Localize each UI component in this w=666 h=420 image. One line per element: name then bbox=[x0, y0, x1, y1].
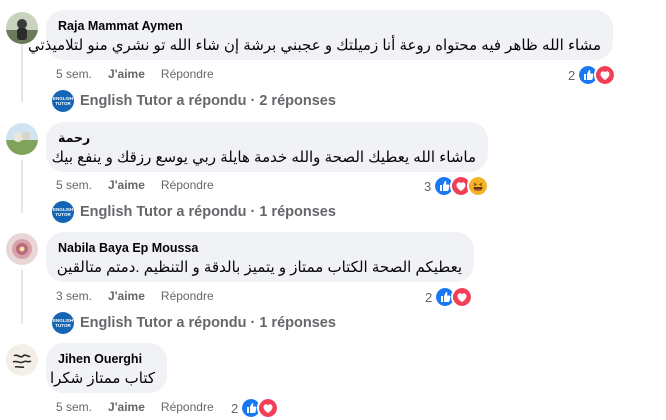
reply-action: a répondu bbox=[176, 204, 247, 220]
reaction-summary[interactable]: 2 bbox=[568, 64, 617, 86]
comment-time[interactable]: 5 sem. bbox=[56, 177, 92, 193]
reaction-count: 2 bbox=[231, 400, 239, 416]
reply-button[interactable]: Répondre bbox=[161, 66, 214, 82]
love-reaction-icon bbox=[257, 397, 280, 419]
comment-actions: 5 sem. J'aime Répondre bbox=[56, 66, 230, 82]
comment-time[interactable]: 5 sem. bbox=[56, 399, 92, 415]
comment-actions: 5 sem. J'aime Répondre bbox=[56, 399, 230, 415]
thread-line bbox=[21, 160, 23, 213]
view-replies-link[interactable]: ENGLISH TUTOR English Tutor a répondu · 1 r… bbox=[52, 201, 336, 223]
reaction-summary[interactable]: 2 bbox=[231, 397, 280, 419]
reaction-summary[interactable]: 2 bbox=[425, 286, 474, 308]
page-avatar: ENGLISH TUTOR bbox=[52, 90, 74, 112]
comment-text: كتاب ممتاز شكرا bbox=[49, 370, 155, 387]
comment-time[interactable]: 5 sem. bbox=[56, 66, 92, 82]
comment-bubble: Jihen Ouerghi كتاب ممتاز شكرا bbox=[46, 343, 167, 393]
love-reaction-icon bbox=[451, 286, 474, 308]
like-button[interactable]: J'aime bbox=[108, 399, 145, 415]
reply-action: a répondu bbox=[176, 93, 247, 109]
avatar[interactable] bbox=[6, 123, 38, 155]
reaction-count: 2 bbox=[568, 67, 576, 83]
comment-time[interactable]: 3 sem. bbox=[56, 288, 92, 304]
reply-button[interactable]: Répondre bbox=[161, 288, 214, 304]
reply-button[interactable]: Répondre bbox=[161, 177, 214, 193]
replier-name: English Tutor bbox=[80, 93, 173, 109]
page-avatar: ENGLISH TUTOR bbox=[52, 312, 74, 334]
reply-button[interactable]: Répondre bbox=[161, 399, 214, 415]
replies-count: 1 réponses bbox=[259, 204, 336, 220]
comment-author[interactable]: رحمة bbox=[58, 130, 476, 146]
page-avatar: ENGLISH TUTOR bbox=[52, 201, 74, 223]
comment-bubble: Nabila Baya Ep Moussa يعطيكم الصحة الكتا… bbox=[46, 232, 474, 282]
separator: · bbox=[250, 204, 256, 220]
comment-bubble: رحمة ماشاء الله يعطيك الصحة والله خدمة ه… bbox=[46, 122, 488, 172]
view-replies-link[interactable]: ENGLISH TUTOR English Tutor a répondu · 2 r… bbox=[52, 90, 336, 112]
reaction-summary[interactable]: 3 bbox=[424, 175, 490, 197]
thread-line bbox=[21, 270, 23, 324]
replies-count: 1 réponses bbox=[259, 315, 336, 331]
separator: · bbox=[250, 315, 256, 331]
separator: · bbox=[250, 93, 256, 109]
comment-text: مشاء الله ظاهر فيه محتواه روعة أنا زميلت… bbox=[28, 37, 601, 54]
comment-author[interactable]: Nabila Baya Ep Moussa bbox=[58, 240, 462, 256]
reaction-count: 3 bbox=[424, 178, 432, 194]
replier-name: English Tutor bbox=[80, 315, 173, 331]
replies-count: 2 réponses bbox=[259, 93, 336, 109]
replier-name: English Tutor bbox=[80, 204, 173, 220]
avatar[interactable] bbox=[6, 233, 38, 265]
comment-text: ماشاء الله يعطيك الصحة والله خدمة هايلة … bbox=[51, 149, 476, 166]
avatar[interactable] bbox=[6, 344, 38, 376]
comment-text: يعطيكم الصحة الكتاب ممتاز و يتميز بالدقة… bbox=[56, 259, 462, 276]
comment-bubble: Raja Mammat Aymen مشاء الله ظاهر فيه محت… bbox=[28, 10, 613, 60]
like-button[interactable]: J'aime bbox=[108, 177, 145, 193]
comment-author[interactable]: Raja Mammat Aymen bbox=[58, 18, 601, 34]
haha-reaction-icon bbox=[467, 175, 490, 197]
comment-author[interactable]: Jihen Ouerghi bbox=[58, 351, 155, 367]
thread-line bbox=[21, 40, 23, 102]
reply-action: a répondu bbox=[176, 315, 247, 331]
comment-actions: 5 sem. J'aime Répondre bbox=[56, 177, 230, 193]
like-button[interactable]: J'aime bbox=[108, 66, 145, 82]
comment-actions: 3 sem. J'aime Répondre bbox=[56, 288, 230, 304]
love-reaction-icon bbox=[594, 64, 617, 86]
like-button[interactable]: J'aime bbox=[108, 288, 145, 304]
view-replies-link[interactable]: ENGLISH TUTOR English Tutor a répondu · 1 r… bbox=[52, 312, 336, 334]
reaction-count: 2 bbox=[425, 289, 433, 305]
